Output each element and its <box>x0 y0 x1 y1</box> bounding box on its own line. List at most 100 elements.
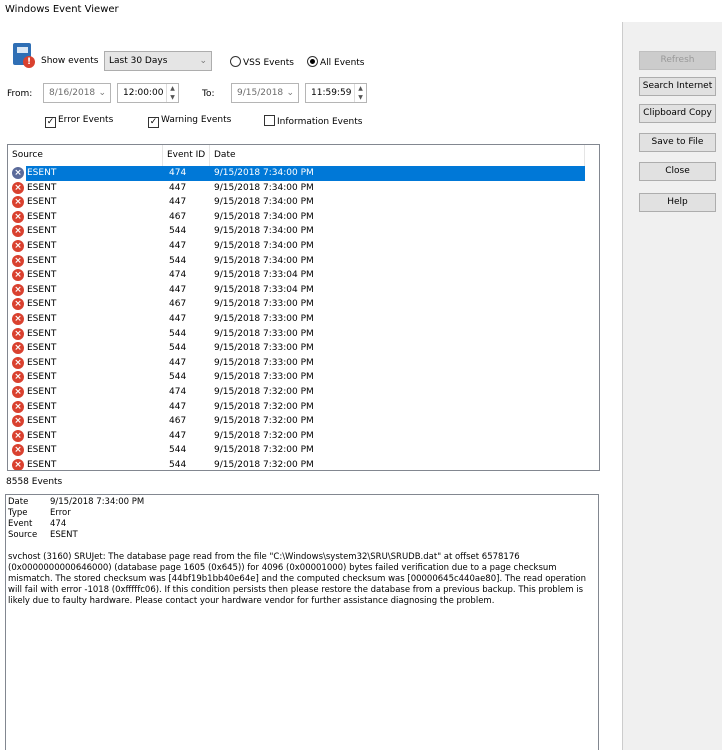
range-dropdown[interactable]: Last 30 Days ⌄ <box>104 51 212 71</box>
column-header-event-id[interactable]: Event ID <box>163 145 210 166</box>
table-row[interactable]: × ESENT 474 9/15/2018 7:32:00 PM <box>8 385 585 400</box>
to-time-field[interactable]: 11:59:59 PM ▲ ▼ <box>305 83 367 103</box>
cell-event-id: 447 <box>169 284 187 295</box>
cell-source: ESENT <box>27 211 57 222</box>
table-row[interactable]: × ESENT 447 9/15/2018 7:33:00 PM <box>8 312 585 327</box>
close-button[interactable]: Close <box>639 162 716 181</box>
table-row[interactable]: × ESENT 467 9/15/2018 7:34:00 PM <box>8 210 585 225</box>
detail-event: Event 474 <box>8 519 67 529</box>
cell-source: ESENT <box>27 182 57 193</box>
error-events-checkbox[interactable]: ✓ Error Events <box>45 115 113 128</box>
table-row[interactable]: × ESENT 544 9/15/2018 7:33:00 PM <box>8 327 585 342</box>
vss-events-radio[interactable]: VSS Events <box>230 56 294 68</box>
cell-event-id: 447 <box>169 197 187 208</box>
cell-date: 9/15/2018 7:32:00 PM <box>214 460 314 470</box>
save-to-file-button[interactable]: Save to File <box>639 133 716 152</box>
cell-event-id: 447 <box>169 314 187 324</box>
warning-label: Warning Events <box>161 115 232 125</box>
event-detail-pane[interactable]: Date 9/15/2018 7:34:00 PM Type Error Event… <box>5 494 599 750</box>
all-events-radio[interactable]: All Events <box>307 56 365 68</box>
table-row[interactable]: × ESENT 544 9/15/2018 7:34:00 PM <box>8 254 585 269</box>
cell-event-id: 544 <box>169 343 187 354</box>
cell-date: 9/15/2018 7:32:00 PM <box>214 416 314 427</box>
from-time-field[interactable]: 12:00:00 AM ▲ ▼ <box>117 83 179 103</box>
error-icon: × <box>12 181 24 194</box>
radio-icon <box>230 56 241 67</box>
cell-event-id: 447 <box>169 401 187 412</box>
cell-date: 9/15/2018 7:33:00 PM <box>214 314 314 324</box>
table-row[interactable]: × ESENT 474 9/15/2018 7:34:00 PM <box>8 166 585 181</box>
error-icon: × <box>12 283 24 296</box>
cell-event-id: 544 <box>169 255 187 266</box>
error-icon: × <box>12 327 24 340</box>
button-panel: Refresh Search Internet Clipboard Copy S… <box>622 22 722 750</box>
table-row[interactable]: × ESENT 447 9/15/2018 7:33:04 PM <box>8 283 585 298</box>
column-header-date[interactable]: Date <box>210 145 585 166</box>
help-button[interactable]: Help <box>639 193 716 212</box>
cell-date: 9/15/2018 7:32:00 PM <box>214 401 314 412</box>
cell-source: ESENT <box>27 197 57 208</box>
table-row[interactable]: × ESENT 544 9/15/2018 7:33:00 PM <box>8 341 585 356</box>
event-list[interactable]: Source Event ID Date × ESENT 474 9/15/2018 … <box>7 144 600 471</box>
spinner-icon[interactable]: ▲ ▼ <box>354 84 366 102</box>
cell-date: 9/15/2018 7:34:00 PM <box>214 211 314 222</box>
cell-date: 9/15/2018 7:33:04 PM <box>214 270 314 281</box>
cell-date: 9/15/2018 7:32:00 PM <box>214 387 314 397</box>
clipboard-copy-button[interactable]: Clipboard Copy <box>639 104 716 123</box>
table-row[interactable]: × ESENT 474 9/15/2018 7:33:04 PM <box>8 268 585 283</box>
chevron-down-icon: ⌄ <box>98 88 106 98</box>
search-internet-button[interactable]: Search Internet <box>639 77 716 96</box>
chevron-down-icon: ⌄ <box>286 88 294 98</box>
from-date-value: 8/16/2018 <box>49 88 96 98</box>
cell-event-id: 467 <box>169 211 187 222</box>
table-row[interactable]: × ESENT 447 9/15/2018 7:34:00 PM <box>8 195 585 210</box>
warning-events-checkbox[interactable]: ✓ Warning Events <box>148 115 231 128</box>
cell-event-id: 447 <box>169 241 187 251</box>
table-row[interactable]: × ESENT 447 9/15/2018 7:34:00 PM <box>8 181 585 196</box>
detail-date: Date 9/15/2018 7:34:00 PM <box>8 497 145 507</box>
cell-source: ESENT <box>27 284 57 295</box>
from-label: From: <box>7 89 33 99</box>
error-icon: × <box>12 386 24 398</box>
cell-source: ESENT <box>27 401 57 412</box>
spinner-icon[interactable]: ▲ ▼ <box>166 84 178 102</box>
table-row[interactable]: × ESENT 544 9/15/2018 7:32:00 PM <box>8 458 585 470</box>
event-count: 8558 Events <box>6 477 63 487</box>
error-icon: × <box>12 459 24 470</box>
cell-source: ESENT <box>27 357 57 368</box>
table-row[interactable]: × ESENT 467 9/15/2018 7:32:00 PM <box>8 414 585 429</box>
cell-source: ESENT <box>27 299 57 310</box>
refresh-button[interactable]: Refresh <box>639 51 716 70</box>
cell-date: 9/15/2018 7:34:00 PM <box>214 197 314 208</box>
table-row[interactable]: × ESENT 544 9/15/2018 7:32:00 PM <box>8 443 585 458</box>
table-row[interactable]: × ESENT 544 9/15/2018 7:33:00 PM <box>8 370 585 385</box>
error-icon: × <box>12 225 24 238</box>
error-icon: × <box>12 313 24 325</box>
error-icon: × <box>12 254 24 267</box>
table-row[interactable]: × ESENT 544 9/15/2018 7:34:00 PM <box>8 224 585 239</box>
checkmark-icon: ✓ <box>45 117 56 128</box>
radio-selected-icon <box>307 56 318 67</box>
table-row[interactable]: × ESENT 447 9/15/2018 7:32:00 PM <box>8 429 585 444</box>
error-icon: × <box>12 269 24 282</box>
table-row[interactable]: × ESENT 447 9/15/2018 7:32:00 PM <box>8 400 585 415</box>
cell-date: 9/15/2018 7:34:00 PM <box>214 168 314 178</box>
table-row[interactable]: × ESENT 467 9/15/2018 7:33:00 PM <box>8 297 585 312</box>
error-icon: × <box>12 298 24 311</box>
column-header-source[interactable]: Source <box>8 145 163 166</box>
cell-event-id: 474 <box>169 387 187 397</box>
from-date-picker[interactable]: 8/16/2018 ⌄ <box>43 83 111 103</box>
cell-source: ESENT <box>27 226 57 237</box>
cell-event-id: 544 <box>169 445 187 456</box>
table-row[interactable]: × ESENT 447 9/15/2018 7:33:00 PM <box>8 356 585 371</box>
table-row[interactable]: × ESENT 447 9/15/2018 7:34:00 PM <box>8 239 585 254</box>
cell-event-id: 544 <box>169 226 187 237</box>
information-events-checkbox[interactable]: Information Events <box>264 115 362 127</box>
cell-date: 9/15/2018 7:33:00 PM <box>214 372 314 383</box>
to-date-picker[interactable]: 9/15/2018 ⌄ <box>231 83 299 103</box>
detail-message: svchost (3160) SRUJet: The database page… <box>8 552 587 606</box>
cell-event-id: 447 <box>169 182 187 193</box>
cell-event-id: 467 <box>169 299 187 310</box>
checkbox-icon <box>264 115 275 126</box>
to-label: To: <box>202 89 215 99</box>
